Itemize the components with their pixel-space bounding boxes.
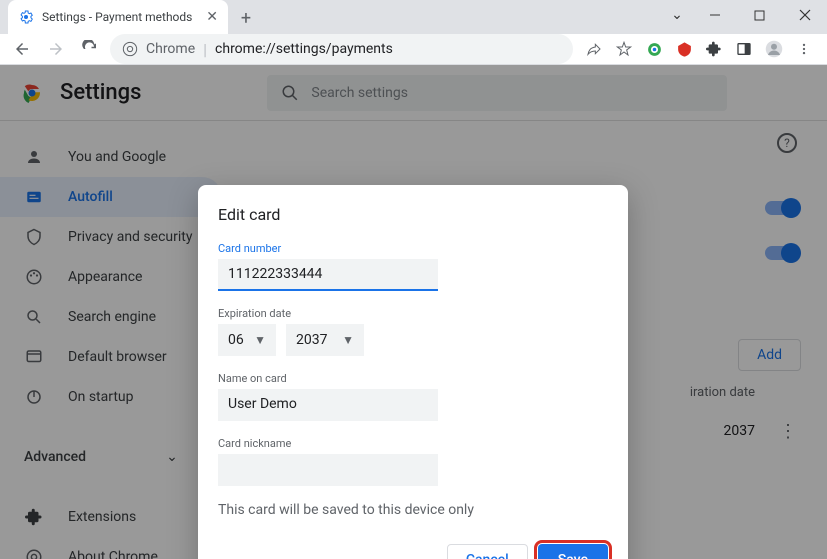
- maximize-button[interactable]: [737, 0, 782, 30]
- edit-card-dialog: Edit card Card number Expiration date 06…: [198, 185, 628, 559]
- tab-close-icon[interactable]: ✕: [206, 9, 218, 25]
- card-number-label: Card number: [218, 242, 608, 255]
- url-prefix: Chrome: [146, 41, 195, 57]
- minimize-button[interactable]: [692, 0, 737, 30]
- name-on-card-input[interactable]: [218, 389, 438, 421]
- share-icon[interactable]: [585, 40, 603, 58]
- card-number-input[interactable]: [218, 259, 438, 291]
- chrome-icon: [122, 41, 138, 57]
- chevron-down-icon[interactable]: ⌄: [662, 0, 692, 30]
- name-on-card-label: Name on card: [218, 372, 608, 385]
- gear-icon: [18, 9, 34, 25]
- globe-extension-icon[interactable]: [645, 40, 663, 58]
- titlebar: Settings - Payment methods ✕ + ⌄: [0, 0, 827, 34]
- browser-tab[interactable]: Settings - Payment methods ✕: [8, 0, 228, 34]
- settings-page: Settings You and Google Autofill Privacy…: [0, 65, 827, 559]
- url-path: chrome://settings/payments: [215, 41, 393, 57]
- adblock-extension-icon[interactable]: [675, 40, 693, 58]
- expiration-year-select[interactable]: 2037 ▼: [286, 324, 364, 356]
- expiration-label: Expiration date: [218, 307, 608, 320]
- back-button[interactable]: [8, 35, 36, 63]
- tab-title: Settings - Payment methods: [42, 10, 198, 24]
- profile-icon[interactable]: [765, 40, 783, 58]
- save-note: This card will be saved to this device o…: [218, 502, 608, 518]
- caret-down-icon: ▼: [254, 333, 266, 347]
- card-nickname-input[interactable]: [218, 454, 438, 486]
- reload-button[interactable]: [76, 35, 104, 63]
- extensions-icon[interactable]: [705, 40, 723, 58]
- forward-button[interactable]: [42, 35, 70, 63]
- cancel-button[interactable]: Cancel: [447, 544, 528, 559]
- side-panel-icon[interactable]: [735, 40, 753, 58]
- save-button[interactable]: Save: [538, 544, 608, 559]
- browser-toolbar: Chrome | chrome://settings/payments: [0, 34, 827, 65]
- menu-icon[interactable]: [795, 40, 813, 58]
- toolbar-actions: [579, 40, 819, 58]
- window-controls: ⌄: [662, 0, 827, 30]
- address-bar[interactable]: Chrome | chrome://settings/payments: [110, 34, 573, 64]
- month-value: 06: [228, 332, 244, 348]
- card-nickname-label: Card nickname: [218, 437, 608, 450]
- close-window-button[interactable]: [782, 0, 827, 30]
- year-value: 2037: [296, 332, 327, 348]
- bookmark-icon[interactable]: [615, 40, 633, 58]
- new-tab-button[interactable]: +: [232, 4, 260, 32]
- caret-down-icon: ▼: [342, 333, 354, 347]
- dialog-title: Edit card: [218, 205, 608, 224]
- expiration-month-select[interactable]: 06 ▼: [218, 324, 276, 356]
